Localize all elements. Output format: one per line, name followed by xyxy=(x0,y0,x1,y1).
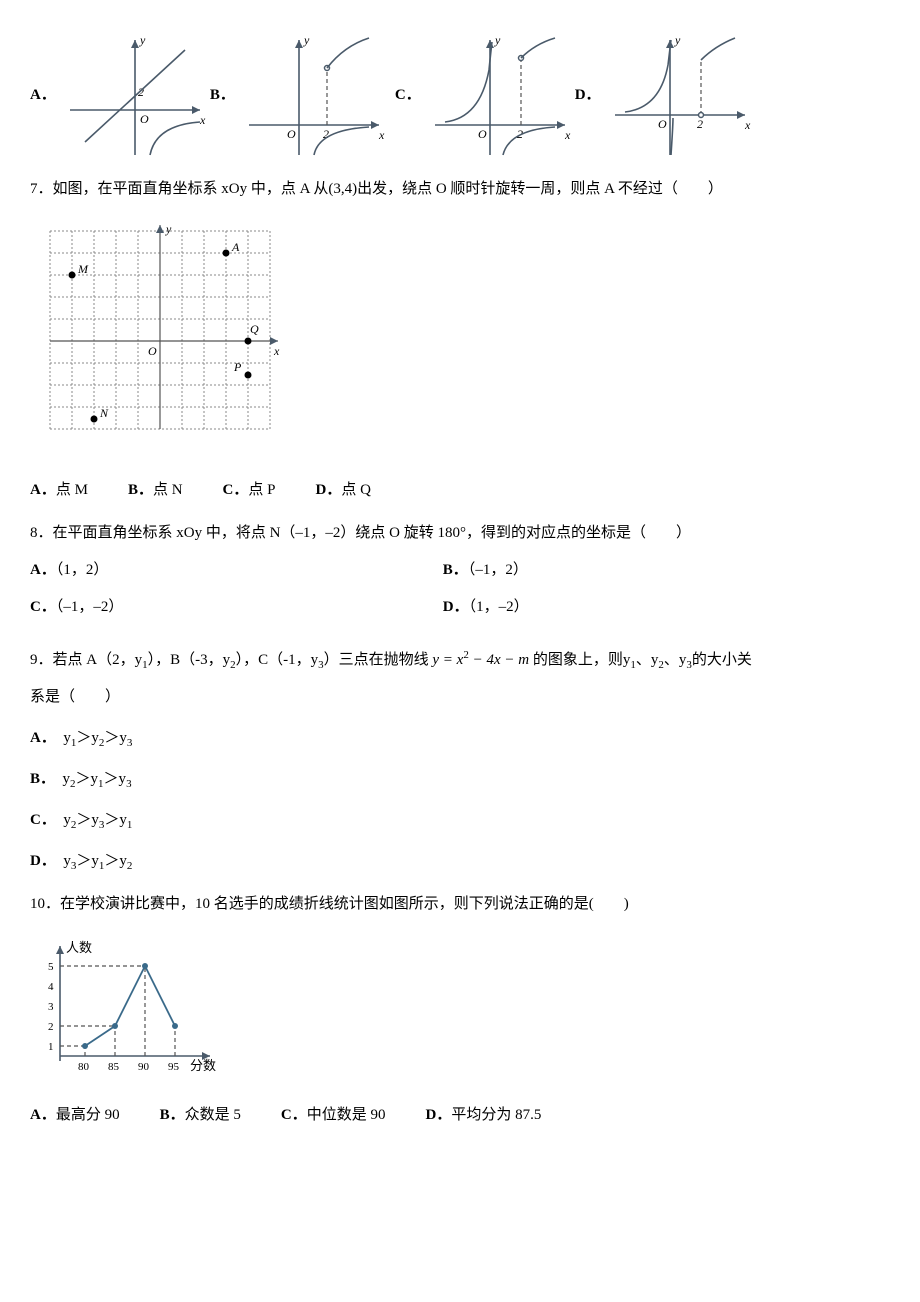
svg-text:5: 5 xyxy=(48,961,54,973)
q9-opt-d[interactable]: D． y3＞y1＞y2 xyxy=(30,848,890,875)
svg-text:90: 90 xyxy=(138,1061,150,1073)
svg-text:P: P xyxy=(233,360,242,374)
svg-text:x: x xyxy=(273,344,280,358)
svg-text:85: 85 xyxy=(108,1061,120,1073)
svg-text:x: x xyxy=(744,118,751,132)
q7-opt-a[interactable]: A．点 M xyxy=(30,477,88,504)
svg-text:3: 3 xyxy=(48,1001,54,1013)
svg-text:N: N xyxy=(99,406,109,420)
q6-opt-c-label: C． xyxy=(395,87,421,103)
svg-text:O: O xyxy=(287,127,296,141)
q6-graph-b: x y O 2 xyxy=(239,30,389,160)
q6-graph-c: C． xyxy=(395,82,425,109)
q9-opt-a[interactable]: A． y1＞y2＞y3 xyxy=(30,725,890,752)
axis-y-label: y xyxy=(139,33,146,47)
q7-grid-figure: O x y A M Q P N xyxy=(30,221,280,451)
q9-options: A． y1＞y2＞y3 B． y2＞y1＞y3 C． y2＞y3＞y1 D． y… xyxy=(30,725,890,875)
axis-o-label: O xyxy=(140,112,149,126)
q7-opt-d[interactable]: D．点 Q xyxy=(315,477,370,504)
q10-opt-b[interactable]: B．众数是 5 xyxy=(160,1102,241,1129)
svg-text:y: y xyxy=(165,222,172,236)
q6-graph-c-svg: x y O 2 xyxy=(425,30,575,160)
q10-text: 10．在学校演讲比赛中，10 名选手的成绩折线统计图如图所示，则下列说法正确的是… xyxy=(30,891,890,918)
q6-graph-d: x y O 2 xyxy=(605,30,755,160)
svg-text:人数: 人数 xyxy=(66,940,92,955)
q9-opt-c[interactable]: C． y2＞y3＞y1 xyxy=(30,807,890,834)
q10-opt-d[interactable]: D．平均分为 87.5 xyxy=(426,1102,542,1129)
q7-text: 7．如图，在平面直角坐标系 xOy 中，点 A 从(3,4)出发，绕点 O 顺时… xyxy=(30,176,890,203)
svg-text:M: M xyxy=(77,262,89,276)
svg-text:x: x xyxy=(378,128,385,142)
svg-text:O: O xyxy=(658,117,667,131)
svg-text:Q: Q xyxy=(250,322,259,336)
svg-text:y: y xyxy=(303,33,310,47)
svg-text:80: 80 xyxy=(78,1061,90,1073)
q10-options: A．最高分 90 B．众数是 5 C．中位数是 90 D．平均分为 87.5 xyxy=(30,1102,890,1129)
q8-opt-c[interactable]: C．（–1，–2） xyxy=(30,594,443,621)
q6-opt-a-label: A． xyxy=(30,82,56,109)
q8-options: A．（1，2） B．（–1，2） C．（–1，–2） D．（1，–2） xyxy=(30,557,890,631)
svg-text:2: 2 xyxy=(48,1021,54,1033)
q10-chart: 人数 分数 1 2 3 4 5 80 85 90 95 xyxy=(30,936,220,1076)
q6-opt-d-label: D． xyxy=(575,82,601,109)
q6-opt-b-label: B． xyxy=(210,82,235,109)
svg-text:4: 4 xyxy=(48,981,54,993)
q10-opt-c[interactable]: C．中位数是 90 xyxy=(281,1102,386,1129)
q9-opt-b[interactable]: B． y2＞y1＞y3 xyxy=(30,766,890,793)
svg-text:O: O xyxy=(148,344,157,358)
q7-mid: 出发，绕点 O 顺时针旋转一周，则点 A 不经过（ ） xyxy=(357,181,723,197)
axis-x-label: x xyxy=(199,113,206,127)
q7-opt-c[interactable]: C．点 P xyxy=(223,477,276,504)
q8-text: 8．在平面直角坐标系 xOy 中，将点 N（–1，–2）绕点 O 旋转 180°… xyxy=(30,520,890,547)
q7-coord: (3,4) xyxy=(328,181,357,197)
svg-text:O: O xyxy=(478,127,487,141)
q6-graph-a: x y O 2 xyxy=(60,30,210,160)
q8-opt-d[interactable]: D．（1，–2） xyxy=(443,594,856,621)
svg-text:分数: 分数 xyxy=(190,1058,216,1073)
q7-prefix: 7．如图，在平面直角坐标系 xOy 中，点 A 从 xyxy=(30,181,328,197)
svg-text:1: 1 xyxy=(48,1041,54,1053)
q10-opt-a[interactable]: A．最高分 90 xyxy=(30,1102,120,1129)
q8-opt-a[interactable]: A．（1，2） xyxy=(30,557,443,584)
svg-text:y: y xyxy=(494,33,501,47)
svg-text:x: x xyxy=(564,128,571,142)
svg-text:A: A xyxy=(231,240,240,254)
svg-text:2: 2 xyxy=(697,117,703,131)
q8-opt-b[interactable]: B．（–1，2） xyxy=(443,557,856,584)
q6-option-row: A． x y O 2 B． x y O 2 C． xyxy=(30,30,890,160)
q9-line2: 系是（ ） xyxy=(30,684,890,711)
q7-options: A．点 M B．点 N C．点 P D．点 Q xyxy=(30,477,890,504)
svg-text:y: y xyxy=(674,33,681,47)
svg-text:95: 95 xyxy=(168,1061,180,1073)
q7-opt-b[interactable]: B．点 N xyxy=(128,477,183,504)
q9-text: 9．若点 A（2，y1），B（-3，y2），C（-1，y3）三点在抛物线 y =… xyxy=(30,647,890,674)
